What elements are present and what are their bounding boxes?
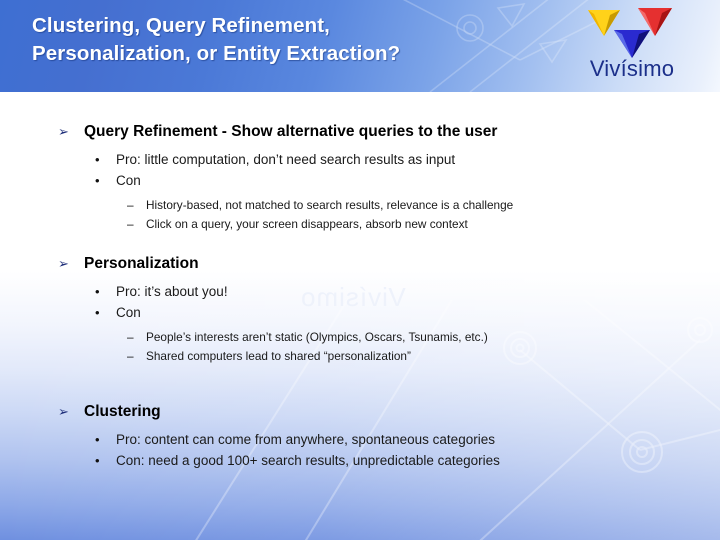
subbullet-item: – Click on a query, your screen disappea… <box>0 215 720 234</box>
bullet-item: • Con: need a good 100+ search results, … <box>0 450 720 471</box>
dot-bullet-icon: • <box>95 284 100 299</box>
bullet-item: • Pro: it’s about you! <box>0 281 720 302</box>
subbullet-text: History-based, not matched to search res… <box>146 198 514 212</box>
logo-triangles-icon <box>588 8 672 58</box>
subbullet-group: – People’s interests aren’t static (Olym… <box>0 328 720 365</box>
arrow-bullet-icon: ➢ <box>58 257 69 272</box>
slide-body: ➢ Query Refinement - Show alternative qu… <box>0 92 720 540</box>
bullet-text: Con <box>116 173 141 188</box>
dot-bullet-icon: • <box>95 173 100 188</box>
bullet-item: • Pro: content can come from anywhere, s… <box>0 429 720 450</box>
dot-bullet-icon: • <box>95 453 100 468</box>
bullet-text: Pro: it’s about you! <box>116 284 228 299</box>
vivisimo-logo: Vivísimo <box>566 6 698 88</box>
content-section: ➢ Personalization • Pro: it’s about you!… <box>0 254 720 365</box>
slide-canvas: Vivísimo Clustering, Query Refinement, P… <box>0 0 720 540</box>
subbullet-text: Shared computers lead to shared “persona… <box>146 348 411 363</box>
bullet-text: Pro: content can come from anywhere, spo… <box>116 432 495 447</box>
section-heading: ➢ Personalization <box>0 254 720 274</box>
arrow-bullet-icon: ➢ <box>58 405 69 420</box>
yellow-triangle-icon <box>588 10 620 36</box>
bullet-text: Con <box>116 305 141 320</box>
bullet-item: • Con <box>0 170 720 191</box>
section-heading: ➢ Query Refinement - Show alternative qu… <box>0 122 720 142</box>
dash-bullet-icon: – <box>127 198 134 212</box>
section-heading-text: Clustering <box>84 403 161 420</box>
subbullet-item: – People’s interests aren’t static (Olym… <box>0 328 720 347</box>
dot-bullet-icon: • <box>95 432 100 447</box>
blue-triangle-icon <box>614 30 650 58</box>
bullet-text: Pro: little computation, don’t need sear… <box>116 152 456 167</box>
subbullet-text: People’s interests aren’t static (Olympi… <box>146 330 488 344</box>
dash-bullet-icon: – <box>127 330 134 344</box>
bullet-item: • Con <box>0 302 720 323</box>
dot-bullet-icon: • <box>95 305 100 320</box>
section-heading-text: Query Refinement - Show alternative quer… <box>84 123 498 140</box>
content-section: ➢ Clustering • Pro: content can come fro… <box>0 402 720 471</box>
dash-bullet-icon: – <box>127 216 134 231</box>
arrow-bullet-icon: ➢ <box>58 125 69 140</box>
section-heading: ➢ Clustering <box>0 402 720 422</box>
dot-bullet-icon: • <box>95 152 100 167</box>
logo-wordmark: Vivísimo <box>589 56 675 81</box>
slide-title: Clustering, Query Refinement, Personaliz… <box>32 14 401 65</box>
section-heading-text: Personalization <box>84 255 199 272</box>
subbullet-item: – Shared computers lead to shared “perso… <box>0 347 720 366</box>
dash-bullet-icon: – <box>127 348 134 363</box>
bullet-text: Con: need a good 100+ search results, un… <box>116 453 500 468</box>
subbullet-item: – History-based, not matched to search r… <box>0 196 720 215</box>
content-section: ➢ Query Refinement - Show alternative qu… <box>0 122 720 233</box>
subbullet-text: Click on a query, your screen disappears… <box>146 216 468 231</box>
subbullet-group: – History-based, not matched to search r… <box>0 196 720 233</box>
bullet-item: • Pro: little computation, don’t need se… <box>0 149 720 170</box>
slide-header-banner: Clustering, Query Refinement, Personaliz… <box>0 0 720 92</box>
